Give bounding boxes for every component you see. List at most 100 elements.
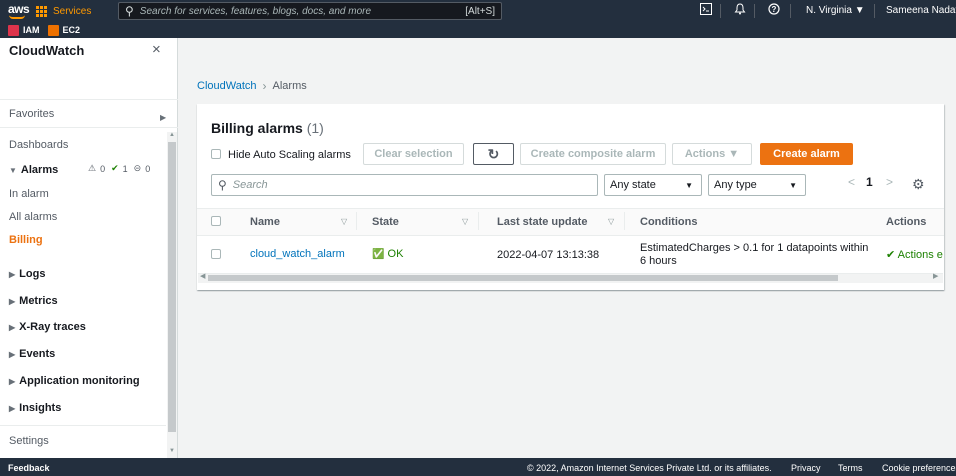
refresh-icon[interactable]: ↻ [473,143,514,165]
search-icon: ⚲ [125,4,134,18]
services-button[interactable]: Services [36,3,91,19]
caret-right-icon: ▶ [9,404,16,413]
col-state[interactable]: State [372,216,399,228]
sort-icon[interactable]: ▽ [608,217,614,226]
select-all-checkbox[interactable] [211,216,221,226]
sidebar-item-logs[interactable]: ▶ Logs [9,268,45,280]
grid-icon [36,5,47,17]
caret-right-icon: ▶ [9,270,16,279]
last-update-value: 2022-04-07 13:13:38 [497,249,600,261]
gear-icon[interactable]: ⚙ [912,176,925,193]
state-select[interactable]: Any state ▼ [604,174,702,196]
row-checkbox[interactable] [211,249,221,259]
conditions-value: EstimatedCharges > 0.1 for 1 datapoints … [640,242,869,267]
sidebar-item-metrics[interactable]: ▶ Metrics [9,295,58,307]
page-number[interactable]: 1 [866,175,873,189]
services-label: Services [53,5,92,17]
bell-icon[interactable] [734,3,746,19]
favorites-bar: IAM EC2 [0,22,956,38]
cookie-preferences-link[interactable]: Cookie preferences [882,463,956,473]
check-circle-icon: ✅ [372,249,385,260]
alarm-count: (1) [306,120,324,136]
col-last-update[interactable]: Last state update [497,216,587,228]
search-icon: ⚲ [218,178,227,192]
sidebar-item-alarms[interactable]: ▼ Alarms [9,164,58,176]
sidebar-item-insights[interactable]: ▶ Insights [9,402,61,414]
panel-title: Billing alarms (1) [211,120,324,136]
sidebar-item-all-alarms[interactable]: All alarms [9,211,57,223]
cloudshell-icon[interactable] [700,3,712,19]
sort-icon[interactable]: ▽ [462,217,468,226]
scroll-left-icon[interactable]: ◀ [200,272,205,280]
footer: Feedback © 2022, Amazon Internet Service… [0,458,956,476]
col-actions[interactable]: Actions [886,216,926,228]
terms-link[interactable]: Terms [838,463,863,473]
sidebar-item-in-alarm[interactable]: In alarm [9,188,49,200]
sort-icon[interactable]: ▽ [341,217,347,226]
sidebar [0,38,178,458]
alarm-search-input[interactable] [232,179,573,191]
sidebar-item-favorites[interactable]: Favorites [9,108,54,120]
chevron-right-icon: › [262,79,267,93]
global-search[interactable]: ⚲ [Alt+S] [118,2,502,20]
privacy-link[interactable]: Privacy [791,463,821,473]
check-circle-icon: ✔ [886,249,896,261]
aws-smile-icon [9,15,25,19]
sidebar-item-settings[interactable]: Settings [9,435,49,447]
sidebar-item-xray[interactable]: ▶ X-Ray traces [9,321,86,333]
caret-down-icon: ▼ [9,166,17,175]
help-icon[interactable]: ? [768,3,780,19]
svg-text:?: ? [772,5,777,14]
col-conditions[interactable]: Conditions [640,216,697,228]
check-circle-icon: ✔ [111,163,119,173]
sidebar-item-events[interactable]: ▶ Events [9,348,55,360]
state-ok: ✅ OK [372,248,404,260]
table-scroll-thumb[interactable] [208,275,838,281]
favorite-iam[interactable]: IAM [8,24,40,36]
warning-icon: ⚠ [88,163,97,173]
sidebar-item-app-monitoring[interactable]: ▶ Application monitoring [9,375,140,387]
hide-autoscaling-label: Hide Auto Scaling alarms [228,149,351,161]
global-search-input[interactable] [139,5,466,17]
sidebar-item-dashboards[interactable]: Dashboards [9,139,68,151]
aws-logo[interactable]: aws [8,2,30,16]
top-nav-row: aws Services ⚲ [Alt+S] ? N. Virginia ▼ S… [0,0,956,22]
alarm-name-link[interactable]: cloud_watch_alarm [250,248,345,260]
region-selector[interactable]: N. Virginia ▼ [806,3,865,19]
scroll-down-icon[interactable]: ▼ [169,448,175,454]
alarm-search[interactable]: ⚲ [211,174,598,196]
clear-selection-button[interactable]: Clear selection [363,143,464,165]
actions-dropdown[interactable]: Actions ▼ [672,143,752,165]
sidebar-scroll-thumb[interactable] [168,142,176,432]
caret-right-icon: ▶ [9,323,16,332]
close-icon[interactable]: × [152,41,161,58]
next-page-button[interactable]: > [886,175,893,189]
alarm-state-counts: ⚠ 0 ✔ 1 ⊝ 0 [88,163,151,174]
breadcrumb-current: Alarms [272,80,307,92]
iam-icon [8,24,19,36]
caret-right-icon[interactable]: ▶ [160,113,166,122]
col-name[interactable]: Name [250,216,280,228]
scroll-right-icon[interactable]: ▶ [933,272,938,280]
scroll-up-icon[interactable]: ▲ [169,132,175,138]
actions-status: ✔ Actions e [886,249,943,261]
breadcrumb: CloudWatch › Alarms [197,79,307,93]
favorite-ec2[interactable]: EC2 [47,24,80,36]
user-menu[interactable]: Sameena Nadaf ▼ [886,3,956,19]
caret-right-icon: ▶ [9,377,16,386]
caret-right-icon: ▶ [9,297,16,306]
caret-down-icon: ▼ [789,180,797,190]
sidebar-item-billing[interactable]: Billing [9,234,43,246]
caret-down-icon: ▼ [685,180,693,190]
feedback-link[interactable]: Feedback [8,463,50,473]
minus-circle-icon: ⊝ [133,163,142,173]
sidebar-title: CloudWatch [9,43,85,58]
hide-autoscaling-checkbox[interactable] [211,149,221,159]
ec2-icon [47,24,59,36]
breadcrumb-cloudwatch[interactable]: CloudWatch [197,80,257,92]
create-composite-alarm-button[interactable]: Create composite alarm [520,143,666,165]
type-select[interactable]: Any type ▼ [708,174,806,196]
create-alarm-button[interactable]: Create alarm [760,143,853,165]
search-shortcut: [Alt+S] [465,5,495,17]
prev-page-button[interactable]: < [848,175,855,189]
